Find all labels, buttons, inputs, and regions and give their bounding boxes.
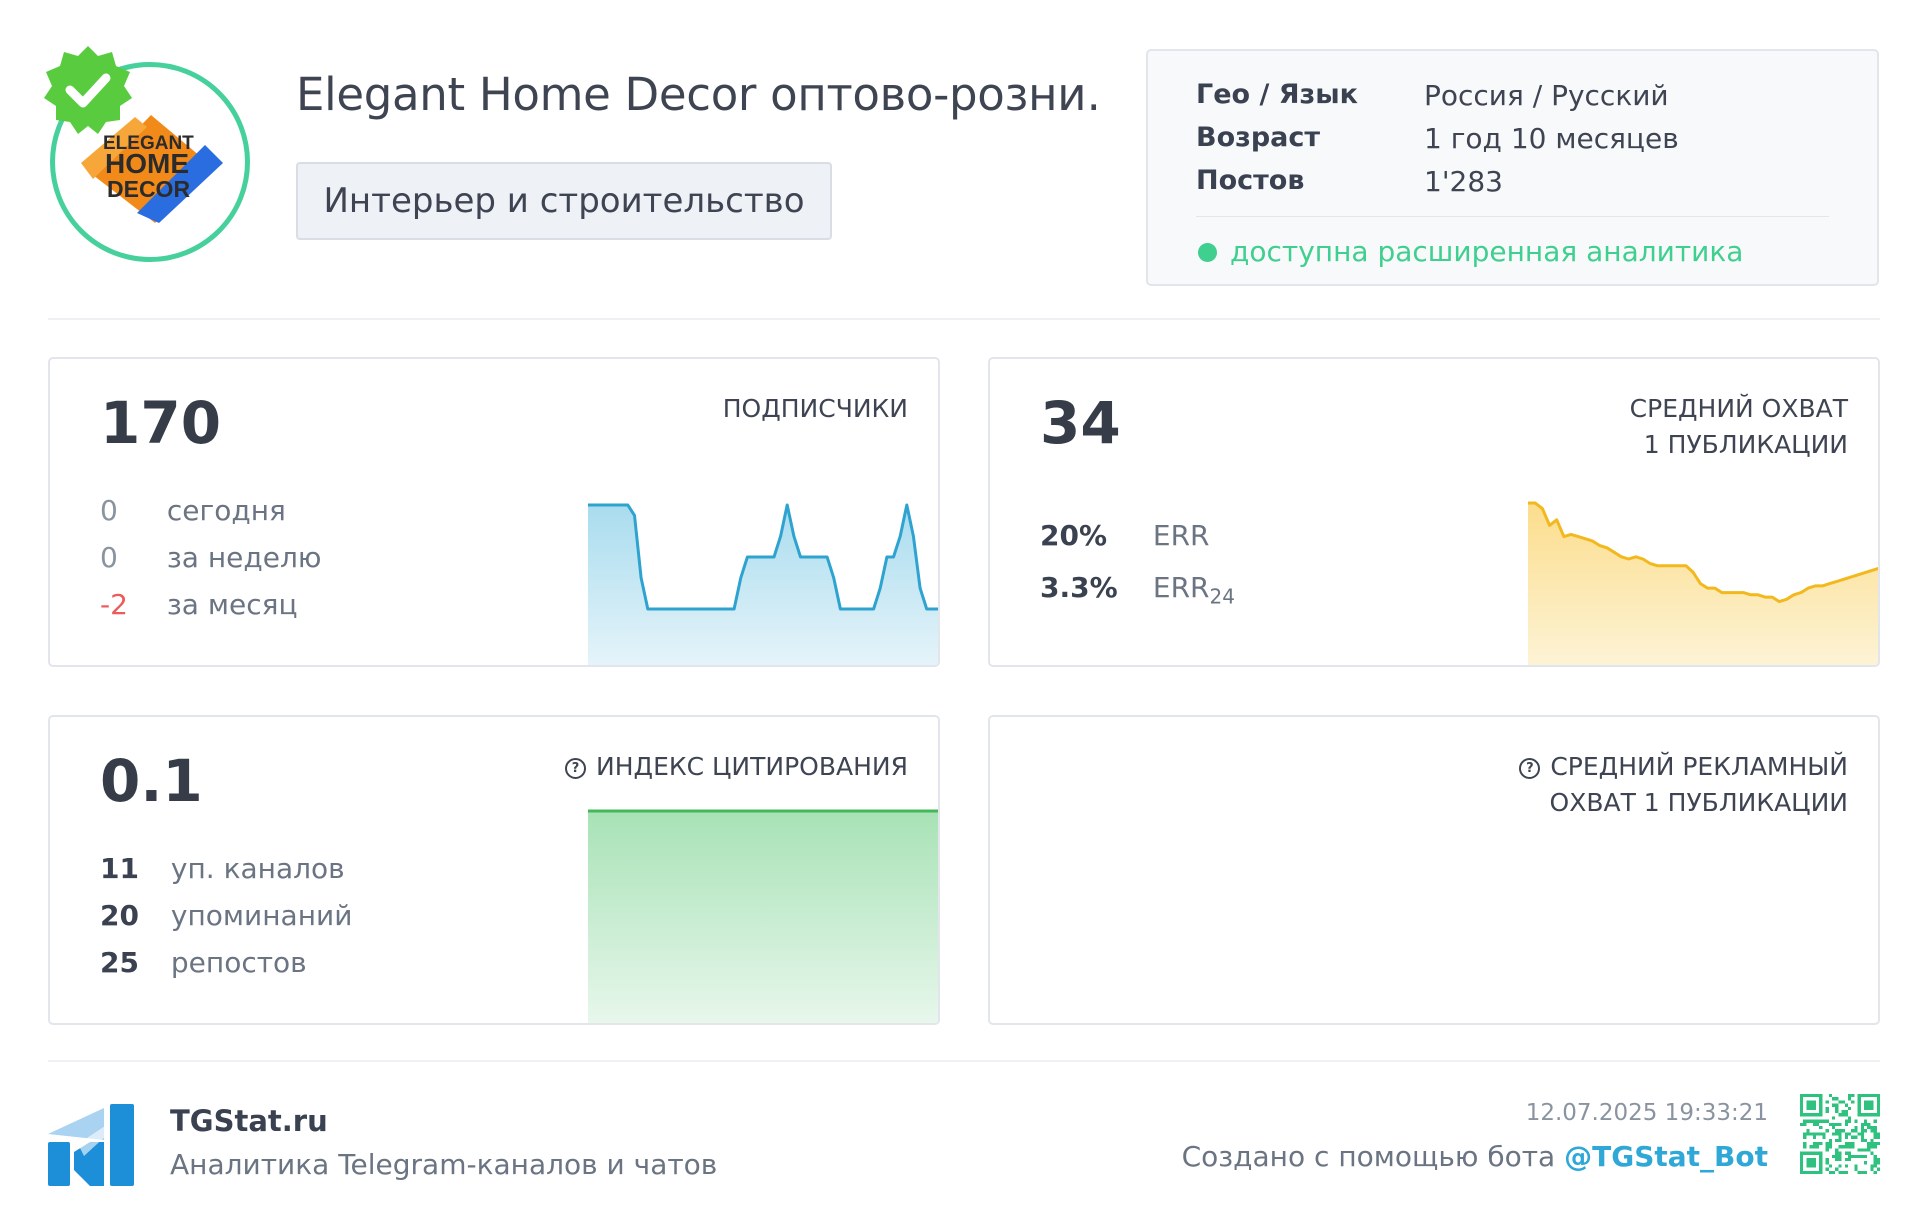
reach-count: 34 — [1040, 389, 1121, 457]
category-button[interactable]: Интерьер и строительство — [296, 162, 832, 240]
ad-reach-label-line1-wrap: ? СРЕДНИЙ РЕКЛАМНЫЙ — [1519, 749, 1848, 785]
ad-reach-label[interactable]: ? СРЕДНИЙ РЕКЛАМНЫЙ ОХВАТ 1 ПУБЛИКАЦИИ — [1519, 749, 1848, 821]
ad-reach-card[interactable]: ? СРЕДНИЙ РЕКЛАМНЫЙ ОХВАТ 1 ПУБЛИКАЦИИ — [988, 715, 1880, 1025]
info-posts-label: Постов — [1196, 165, 1305, 196]
footer-bot-link[interactable]: @TGStat_Bot — [1564, 1140, 1768, 1173]
stat-mentions: 20 упоминаний — [100, 899, 352, 932]
reach-label-line2: 1 ПУБЛИКАЦИИ — [1643, 430, 1848, 459]
citation-sparkline[interactable] — [588, 809, 940, 1025]
stat-today-num: 0 — [100, 494, 118, 527]
stat-mentions-num: 20 — [100, 899, 139, 932]
stat-month-text: за месяц — [166, 588, 298, 621]
err24-label-main: ERR — [1152, 571, 1210, 604]
status-dot-icon — [1198, 243, 1217, 262]
err-label: ERR — [1152, 519, 1210, 552]
stat-channels-text: уп. каналов — [170, 852, 345, 885]
reach-sparkline[interactable] — [1528, 499, 1880, 667]
footer-divider — [48, 1060, 1880, 1062]
citation-label: ИНДЕКС ЦИТИРОВАНИЯ — [596, 752, 908, 781]
footer-site-name[interactable]: TGStat.ru — [170, 1104, 328, 1138]
stat-week-text: за неделю — [166, 541, 322, 574]
stat-month-num: -2 — [100, 588, 128, 621]
stat-today: 0 сегодня — [100, 494, 286, 527]
err24-label-sub: 24 — [1209, 584, 1235, 609]
info-geo-value: Россия / Русский — [1424, 79, 1669, 112]
reach-label: СРЕДНИЙ ОХВАТ 1 ПУБЛИКАЦИИ — [1630, 391, 1848, 463]
header-divider — [48, 318, 1880, 320]
logo-word-2: HOME — [105, 148, 189, 179]
footer-credit-prefix: Создано с помощью бота — [1181, 1140, 1556, 1173]
subscribers-card[interactable]: 170 ПОДПИСЧИКИ 0 сегодня 0 за неделю -2 … — [48, 357, 940, 667]
logo-word-3: DECOR — [107, 176, 190, 202]
citation-index: 0.1 — [100, 747, 203, 815]
footer-credit: Создано с помощью бота @TGStat_Bot — [1182, 1140, 1768, 1173]
stat-reposts-text: репостов — [170, 946, 307, 979]
stat-month: -2 за месяц — [100, 588, 298, 621]
footer-timestamp: 12.07.2025 19:33:21 — [1525, 1100, 1768, 1126]
help-icon[interactable]: ? — [1519, 758, 1541, 779]
stat-channels: 11 уп. каналов — [100, 852, 345, 885]
verified-badge-icon — [44, 46, 132, 134]
footer-tagline: Аналитика Telegram-каналов и чатов — [170, 1148, 718, 1181]
citation-label-wrap[interactable]: ? ИНДЕКС ЦИТИРОВАНИЯ — [565, 749, 908, 785]
advanced-analytics-status[interactable]: доступна расширенная аналитика — [1230, 235, 1743, 268]
subscribers-sparkline-area — [588, 505, 938, 665]
subscribers-count: 170 — [100, 389, 222, 457]
stat-mentions-text: упоминаний — [170, 899, 353, 932]
stat-reposts: 25 репостов — [100, 946, 307, 979]
stat-week-num: 0 — [100, 541, 118, 574]
ad-reach-label-line1: СРЕДНИЙ РЕКЛАМНЫЙ — [1550, 752, 1848, 781]
stat-week: 0 за неделю — [100, 541, 321, 574]
info-divider — [1196, 216, 1829, 217]
tgstat-logo-icon[interactable] — [48, 1104, 134, 1186]
err24-value: 3.3% — [1040, 571, 1118, 604]
citation-sparkline-area — [588, 811, 938, 1023]
info-age-label: Возраст — [1196, 122, 1321, 153]
channel-title[interactable]: Elegant Home Decor оптово-розни… — [296, 68, 1096, 121]
err-value: 20% — [1040, 519, 1108, 552]
stat-channels-num: 11 — [100, 852, 139, 885]
channel-avatar[interactable]: ELEGANT HOME DECOR — [44, 46, 252, 262]
help-icon[interactable]: ? — [565, 758, 587, 779]
ad-reach-label-line2: ОХВАТ 1 ПУБЛИКАЦИИ — [1549, 788, 1848, 817]
info-age-value: 1 год 10 месяцев — [1424, 122, 1679, 155]
err24-label: ERR24 — [1153, 571, 1235, 609]
err24-row: 3.3% ERR24 — [1040, 571, 1235, 609]
reach-label-line1: СРЕДНИЙ ОХВАТ — [1629, 394, 1848, 423]
reach-card[interactable]: 34 СРЕДНИЙ ОХВАТ 1 ПУБЛИКАЦИИ 20% ERR 3.… — [988, 357, 1880, 667]
info-posts-value: 1'283 — [1424, 165, 1503, 198]
channel-info-box: Гео / Язык Россия / Русский Возраст 1 го… — [1146, 49, 1879, 286]
subscribers-sparkline[interactable] — [588, 499, 940, 667]
qr-code-icon[interactable] — [1800, 1094, 1880, 1174]
citation-card[interactable]: 0.1 ? ИНДЕКС ЦИТИРОВАНИЯ 11 уп. каналов 2… — [48, 715, 940, 1025]
subscribers-label: ПОДПИСЧИКИ — [722, 394, 908, 423]
stat-reposts-num: 25 — [100, 946, 139, 979]
err-row: 20% ERR — [1040, 519, 1210, 552]
stat-today-text: сегодня — [166, 494, 286, 527]
info-geo-label: Гео / Язык — [1196, 79, 1358, 110]
